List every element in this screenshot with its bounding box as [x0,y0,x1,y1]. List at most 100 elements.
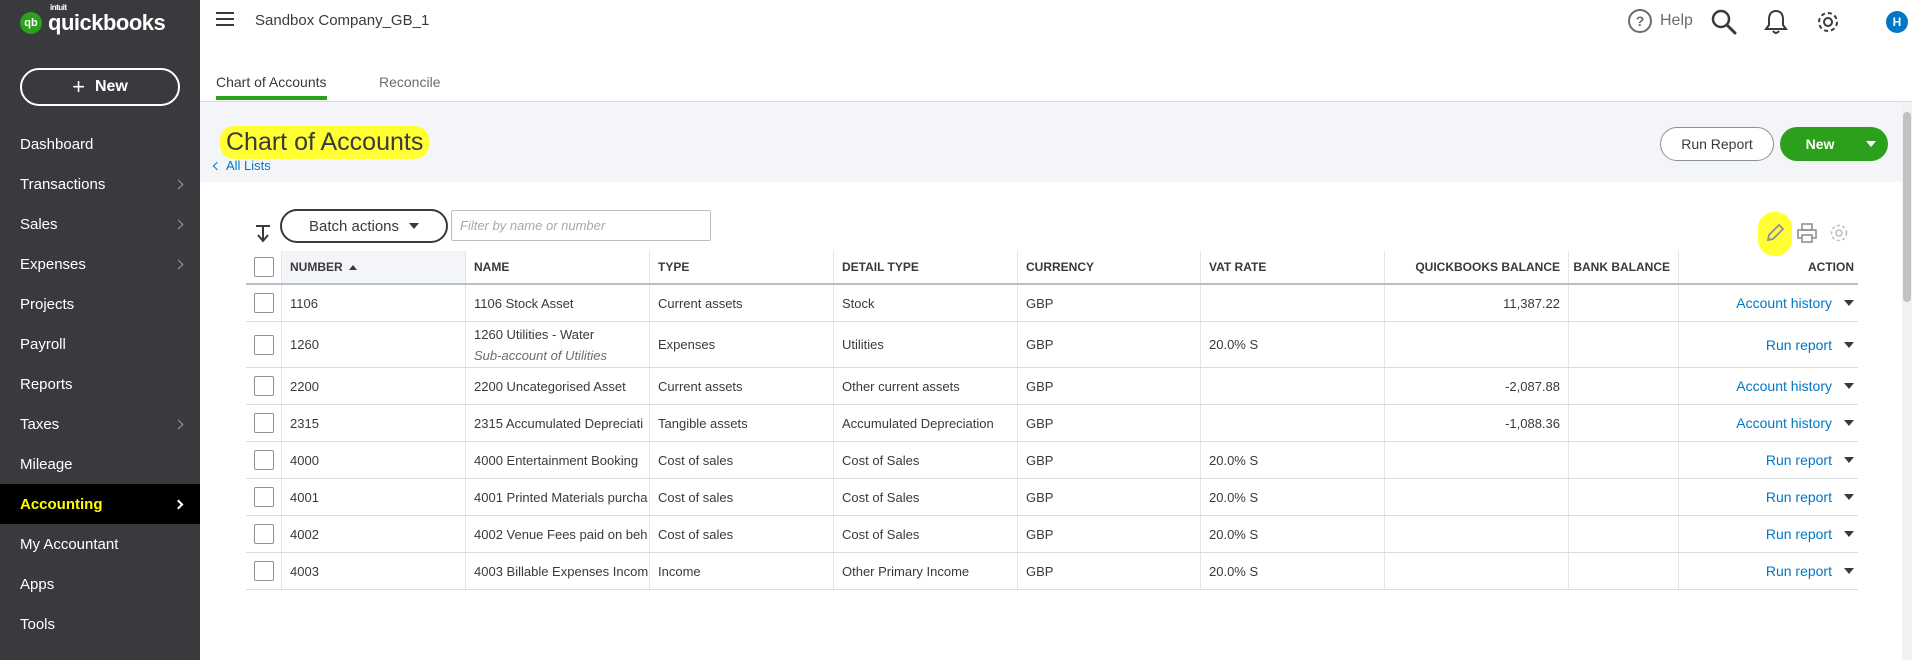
sidebar-item-transactions[interactable]: Transactions [0,164,200,204]
table-row[interactable]: 4002 4002 Venue Fees paid on beh Cost of s… [246,516,1858,553]
sidebar-item-accounting[interactable]: Accounting [0,484,200,524]
sidebar-item-payroll[interactable]: Payroll [0,324,200,364]
column-header-quickbooks-balance[interactable]: QUICKBOOKS BALANCE [1385,251,1569,283]
gear-icon[interactable] [1814,8,1842,36]
help-label: Help [1660,12,1693,29]
sidebar-item-apps[interactable]: Apps [0,564,200,604]
search-icon[interactable] [1710,8,1738,36]
row-checkbox[interactable] [253,450,274,470]
scrollbar-thumb[interactable] [1903,112,1911,302]
select-all-checkbox[interactable] [253,257,274,277]
row-action-link[interactable]: Run report [1766,489,1832,505]
sidebar-item-label: Expenses [20,255,86,273]
row-action-link[interactable]: Account history [1736,378,1832,394]
table-row[interactable]: 4003 4003 Billable Expenses Incom Income Ot… [246,553,1858,590]
cell-action: Run report [1679,442,1864,478]
cell-name: 2315 Accumulated Depreciati [466,405,650,441]
cell-quickbooks-balance: 11,387.22 [1385,285,1569,321]
sidebar-item-projects[interactable]: Projects [0,284,200,324]
cell-number: 4001 [282,479,466,515]
table-row[interactable]: 2315 2315 Accumulated Depreciati Tangible … [246,405,1858,442]
row-action-link[interactable]: Account history [1736,415,1832,431]
row-checkbox-cell [246,368,282,404]
sidebar-item-taxes[interactable]: Taxes [0,404,200,444]
filter-input[interactable] [451,210,711,241]
table-row[interactable]: 4000 4000 Entertainment Booking Cost of sa… [246,442,1858,479]
row-checkbox-cell [246,516,282,552]
column-header-detail-type[interactable]: DETAIL TYPE [834,251,1018,283]
sub-account-note: Sub-account of Utilities [474,347,607,363]
chevron-down-icon[interactable] [1844,420,1854,426]
table-row[interactable]: 4001 4001 Printed Materials purcha Cost of… [246,479,1858,516]
table-row[interactable]: 2200 2200 Uncategorised Asset Current asse… [246,368,1858,405]
print-icon[interactable] [1796,222,1818,244]
table-row[interactable]: 1260 1260 Utilities - Water Sub-account of… [246,322,1858,368]
sidebar-item-my-accountant[interactable]: My Accountant [0,524,200,564]
all-lists-link[interactable]: All Lists [212,158,271,173]
new-dropdown-arrow-icon[interactable] [1866,141,1876,147]
cell-action: Account history [1679,285,1864,321]
new-account-button[interactable]: New [1780,127,1888,161]
chevron-down-icon[interactable] [1844,457,1854,463]
chevron-right-icon [173,259,184,269]
sidebar-item-mileage[interactable]: Mileage [0,444,200,484]
row-checkbox-cell [246,442,282,478]
user-avatar[interactable]: H [1886,11,1908,33]
chevron-down-icon[interactable] [1844,494,1854,500]
row-checkbox[interactable] [253,413,274,433]
row-action-link[interactable]: Run report [1766,337,1832,353]
sidebar-item-sales[interactable]: Sales [0,204,200,244]
row-checkbox[interactable] [253,334,274,355]
sidebar-item-reports[interactable]: Reports [0,364,200,404]
table-settings-icon[interactable] [1828,222,1850,244]
sidebar-item-tools[interactable]: Tools [0,604,200,644]
cell-vat-rate: 20.0% S [1201,516,1385,552]
quickbooks-logo[interactable]: qb intuit quickbooks [20,3,166,36]
cell-currency: GBP [1018,553,1201,589]
edit-pencil-icon[interactable] [1764,222,1786,244]
row-checkbox[interactable] [253,524,274,544]
table-row[interactable]: 1106 1106 Stock Asset Current assets Stock G… [246,285,1858,322]
bell-icon[interactable] [1762,8,1790,36]
run-report-button[interactable]: Run Report [1660,127,1774,161]
page-title: Chart of Accounts [220,126,430,159]
chevron-down-icon[interactable] [1844,300,1854,306]
page-tabs: Chart of Accounts Reconcile [200,60,1912,102]
collapse-arrow-icon[interactable] [254,224,272,244]
cell-vat-rate: 20.0% S [1201,322,1385,367]
row-action-link[interactable]: Run report [1766,452,1832,468]
column-header-bank-balance[interactable]: BANK BALANCE [1569,251,1679,283]
column-header-currency[interactable]: CURRENCY [1018,251,1201,283]
chevron-down-icon[interactable] [1844,341,1854,348]
tab-reconcile[interactable]: Reconcile [379,74,440,100]
sidebar-item-expenses[interactable]: Expenses [0,244,200,284]
account-name: 4002 Venue Fees paid on beh [474,526,648,542]
help-button[interactable]: ? Help [1628,9,1693,33]
column-header-vat-rate[interactable]: VAT RATE [1201,251,1385,283]
cell-detail-type: Other current assets [834,368,1018,404]
cell-vat-rate: 20.0% S [1201,442,1385,478]
column-header-number[interactable]: NUMBER [282,251,466,283]
row-action-link[interactable]: Run report [1766,563,1832,579]
row-checkbox[interactable] [253,293,274,313]
cell-name: 4000 Entertainment Booking [466,442,650,478]
table-header-row: NUMBER NAME TYPE DETAIL TYPE CURRENCY VA… [246,251,1858,285]
chevron-down-icon[interactable] [1844,568,1854,574]
sidebar-item-dashboard[interactable]: Dashboard [0,124,200,164]
cell-quickbooks-balance: -1,088.36 [1385,405,1569,441]
page-scrollbar[interactable] [1902,102,1912,660]
cell-bank-balance [1569,322,1679,367]
row-checkbox[interactable] [253,487,274,507]
column-header-type[interactable]: TYPE [650,251,834,283]
chevron-down-icon[interactable] [1844,383,1854,389]
chevron-down-icon[interactable] [1844,531,1854,537]
tab-chart-of-accounts[interactable]: Chart of Accounts [216,74,327,100]
column-header-name[interactable]: NAME [466,251,650,283]
row-checkbox[interactable] [253,561,274,581]
sidebar-new-button[interactable]: + New [20,68,180,106]
row-action-link[interactable]: Account history [1736,295,1832,311]
batch-actions-button[interactable]: Batch actions [280,209,448,243]
row-checkbox[interactable] [253,376,274,396]
row-action-link[interactable]: Run report [1766,526,1832,542]
hamburger-icon[interactable] [216,12,234,26]
